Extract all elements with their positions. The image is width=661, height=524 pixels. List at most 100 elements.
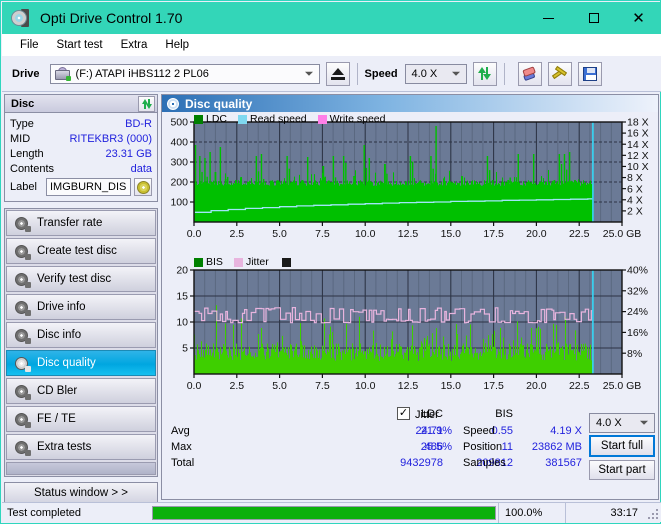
resize-grip-icon[interactable] — [646, 507, 658, 519]
disc-icon — [15, 356, 31, 372]
status-bar: Test completed 100.0% 33:17 — [2, 502, 661, 523]
settings-button[interactable] — [547, 61, 572, 86]
eject-button[interactable] — [325, 61, 350, 86]
sidebar-item-transfer-rate[interactable]: Transfer rate — [6, 210, 156, 236]
legend-item-write-speed: Write speed — [317, 113, 386, 125]
sidebar-item-fe-te[interactable]: FE / TE — [6, 406, 156, 432]
start-full-button[interactable]: Start full — [589, 435, 655, 457]
svg-text:8%: 8% — [627, 348, 642, 360]
legend-label: Write speed — [329, 113, 386, 125]
svg-text:40%: 40% — [627, 265, 648, 277]
speed-select[interactable]: 4.0 X — [404, 63, 467, 84]
chart1-canvas: 1002003004005002 X4 X6 X8 X10 X12 X14 X1… — [170, 117, 649, 240]
save-button[interactable] — [577, 61, 602, 86]
chevron-down-icon — [304, 71, 313, 76]
svg-text:300: 300 — [170, 157, 188, 169]
samples-stat-key: Samples — [463, 457, 506, 469]
menu-item-file[interactable]: File — [11, 37, 48, 53]
speed-stat-value: 4.19 X — [550, 425, 582, 437]
disc-row-key: Length — [10, 147, 44, 160]
test-speed-value: 4.0 X — [596, 417, 622, 429]
svg-text:12 X: 12 X — [627, 150, 649, 162]
disc-row-key: MID — [10, 132, 31, 145]
window-controls: ✕ — [526, 2, 661, 34]
svg-text:18 X: 18 X — [627, 117, 649, 129]
sidebar-item-cd-bler[interactable]: CD Bler — [6, 378, 156, 404]
disc-section-header: Disc — [4, 94, 158, 113]
sidebar-item-label: CD Bler — [37, 385, 78, 397]
minimize-button[interactable] — [526, 2, 571, 34]
app-window: Opti Drive Control 1.70 ✕ File Start tes… — [0, 0, 661, 524]
disc-icon — [15, 328, 31, 344]
sidebar-item-disc-info[interactable]: Disc info — [6, 322, 156, 348]
elapsed-time: 33:17 — [565, 502, 646, 523]
svg-text:7.5: 7.5 — [315, 380, 330, 392]
chart1-legend: LDC Read speed Write speed — [194, 113, 393, 125]
sidebar-item-extra-tests[interactable]: Extra tests — [6, 434, 156, 460]
eject-icon — [330, 67, 345, 80]
svg-text:22.5: 22.5 — [569, 228, 590, 240]
refresh-icon — [477, 66, 492, 81]
disc-icon — [15, 300, 31, 316]
speed-label: Speed — [364, 67, 398, 80]
sidebar-item-create-test-disc[interactable]: Create test disc — [6, 238, 156, 264]
status-window-button[interactable]: Status window > > — [4, 482, 158, 503]
legend-label: Jitter — [245, 256, 269, 268]
svg-text:20: 20 — [176, 265, 188, 277]
legend-label: BIS — [206, 256, 223, 268]
stats-row-total-key: Total — [171, 457, 195, 469]
window-title: Opti Drive Control 1.70 — [40, 10, 183, 26]
svg-text:2 X: 2 X — [627, 205, 643, 217]
menu-item-help[interactable]: Help — [156, 37, 198, 53]
svg-text:8 X: 8 X — [627, 172, 643, 184]
jitter-checkbox[interactable]: ✓ — [397, 407, 410, 420]
svg-text:17.5: 17.5 — [483, 380, 504, 392]
sidebar-item-verify-test-disc[interactable]: Verify test disc — [6, 266, 156, 292]
legend-swatch — [238, 114, 248, 124]
position-stat-key: Position — [463, 441, 503, 453]
sidebar-item-disc-quality[interactable]: Disc quality — [6, 350, 156, 376]
legend-item-read-speed: Read speed — [238, 113, 307, 125]
sidebar-item-label: Disc quality — [37, 357, 96, 369]
jitter-avg-value: 21.9% — [420, 425, 452, 437]
legend-swatch — [194, 114, 203, 124]
svg-text:500: 500 — [170, 117, 188, 129]
close-button[interactable]: ✕ — [616, 2, 661, 34]
svg-text:200: 200 — [170, 177, 188, 189]
speed-select-value: 4.0 X — [411, 67, 438, 80]
progress-bar — [152, 505, 496, 520]
drive-select[interactable]: (F:) ATAPI iHBS112 2 PL06 — [49, 63, 320, 84]
svg-text:0.0: 0.0 — [187, 228, 202, 240]
disc-label-input[interactable]: IMGBURN_DIS — [46, 178, 131, 196]
refresh-button[interactable] — [472, 61, 497, 86]
maximize-button[interactable] — [571, 2, 616, 34]
svg-text:20.0: 20.0 — [526, 228, 547, 240]
erase-button[interactable] — [517, 61, 542, 86]
sidebar-item-drive-info[interactable]: Drive info — [6, 294, 156, 320]
disc-info-box: Type BD-R MID RITEKBR3 (000) Length 23.3… — [4, 113, 158, 202]
eraser-icon — [520, 64, 540, 83]
svg-text:12.5: 12.5 — [398, 380, 419, 392]
test-speed-select[interactable]: 4.0 X — [589, 413, 655, 433]
menu-item-start-test[interactable]: Start test — [48, 37, 112, 53]
disc-label-browse-button[interactable] — [134, 178, 152, 196]
svg-text:5: 5 — [182, 343, 188, 355]
app-disc-icon — [10, 7, 32, 29]
svg-text:7.5: 7.5 — [315, 228, 330, 240]
sidebar-item-label: Transfer rate — [37, 217, 103, 229]
disc-row-type: Type BD-R — [10, 116, 152, 131]
toolbar-divider-2 — [503, 62, 505, 85]
legend-label: LDC — [206, 113, 228, 125]
menu-bar: File Start test Extra Help — [2, 34, 661, 56]
disc-icon — [15, 244, 31, 260]
disc-refresh-button[interactable] — [138, 95, 155, 112]
menu-item-extra[interactable]: Extra — [112, 37, 157, 53]
disc-icon — [15, 272, 31, 288]
start-part-button[interactable]: Start part — [589, 460, 655, 480]
disc-row-value: RITEKBR3 (000) — [69, 132, 152, 145]
title-bar: Opti Drive Control 1.70 ✕ — [2, 2, 661, 34]
quality-chart-bis: BIS Jitter 5 10 15 20 8% 16% 24% 32% 40% 0.0 2.5 5.… — [162, 254, 658, 406]
disc-quality-icon — [167, 97, 179, 110]
svg-text:17.5: 17.5 — [483, 228, 504, 240]
chart2-canvas: 5 10 15 20 8% 16% 24% 32% 40% 0.0 2.5 5.0 7.5 10.0 12.… — [176, 265, 648, 392]
